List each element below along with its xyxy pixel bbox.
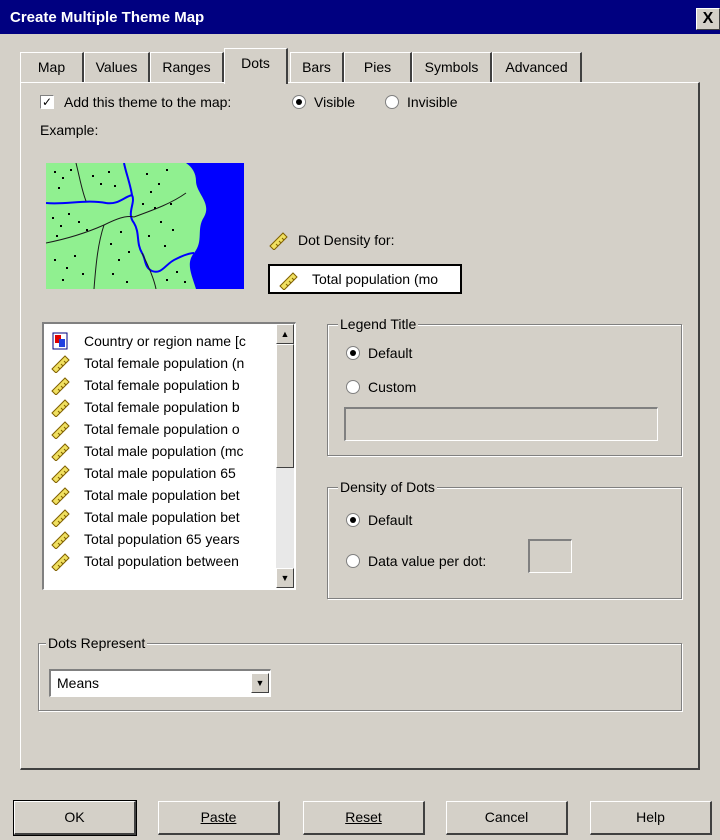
- dot-density-variable-value: Total population (mo: [312, 271, 439, 287]
- scroll-thumb[interactable]: [276, 344, 294, 468]
- variable-list[interactable]: Country or region name [c Total female p…: [42, 322, 296, 590]
- list-item-label: Total female population (n: [84, 355, 245, 371]
- add-theme-checkbox[interactable]: ✓: [40, 95, 54, 109]
- scale-ruler-icon: [51, 443, 70, 461]
- list-item[interactable]: Total female population b: [50, 374, 240, 396]
- paste-label: Paste: [200, 809, 237, 825]
- scroll-down-button[interactable]: ▼: [276, 568, 294, 588]
- tab-label: Bars: [302, 59, 331, 75]
- data-value-per-dot-input[interactable]: [528, 539, 572, 573]
- invisible-radio[interactable]: [385, 95, 399, 109]
- custom-legend-title-input[interactable]: [344, 407, 658, 441]
- data-value-per-dot-label: Data value per dot:: [368, 553, 487, 569]
- tab-label: Values: [95, 59, 138, 75]
- dot-density-variable-field[interactable]: Total population (mo: [268, 264, 462, 294]
- density-default-label: Default: [368, 512, 413, 528]
- tab-pies[interactable]: Pies: [344, 52, 412, 82]
- list-item-label: Total female population b: [84, 377, 240, 393]
- window-title: Create Multiple Theme Map: [10, 9, 205, 26]
- scale-ruler-icon: [51, 465, 70, 483]
- tab-advanced[interactable]: Advanced: [492, 52, 582, 82]
- legend-custom-label: Custom: [368, 379, 417, 395]
- tab-dots[interactable]: Dots: [224, 48, 288, 84]
- reset-label: Reset: [345, 809, 382, 825]
- legend-default-label: Default: [368, 345, 413, 361]
- tab-label: Ranges: [162, 59, 211, 75]
- cancel-label: Cancel: [484, 809, 529, 825]
- legend-title-group-label: Legend Title: [338, 316, 419, 332]
- tab-label: Map: [37, 59, 66, 75]
- tab-label: Symbols: [424, 59, 479, 75]
- scale-ruler-icon: [51, 553, 70, 571]
- close-button[interactable]: X: [696, 8, 720, 30]
- list-item[interactable]: Total population between: [50, 550, 239, 572]
- tab-bars[interactable]: Bars: [290, 52, 344, 82]
- list-item-label: Total population 65 years: [84, 531, 240, 547]
- paste-button[interactable]: Paste: [158, 801, 280, 835]
- tab-values[interactable]: Values: [84, 52, 150, 82]
- title-bar: Create Multiple Theme Map X: [0, 0, 720, 34]
- scale-ruler-icon: [279, 272, 298, 290]
- legend-default-radio[interactable]: [346, 346, 360, 360]
- list-item[interactable]: Total male population (mc: [50, 440, 244, 462]
- list-item[interactable]: Total female population o: [50, 418, 240, 440]
- list-item-label: Country or region name [c: [84, 333, 246, 349]
- close-icon: X: [702, 10, 714, 27]
- list-item-label: Total female population o: [84, 421, 240, 437]
- example-label: Example:: [40, 122, 99, 138]
- nominal-variable-icon: [52, 332, 68, 350]
- tab-symbols[interactable]: Symbols: [412, 52, 492, 82]
- list-item-label: Total male population bet: [84, 487, 240, 503]
- tab-ranges[interactable]: Ranges: [150, 52, 224, 82]
- tab-map[interactable]: Map: [20, 52, 84, 82]
- list-item-label: Total population between: [84, 553, 239, 569]
- scale-ruler-icon: [51, 509, 70, 527]
- list-item[interactable]: Total female population b: [50, 396, 240, 418]
- help-button[interactable]: Help: [590, 801, 712, 835]
- list-item[interactable]: Total male population bet: [50, 506, 240, 528]
- list-item[interactable]: Total female population (n: [50, 352, 244, 374]
- list-item-label: Total female population b: [84, 399, 240, 415]
- dots-represent-group-label: Dots Represent: [46, 635, 148, 651]
- invisible-label: Invisible: [407, 94, 458, 110]
- legend-custom-radio[interactable]: [346, 380, 360, 394]
- scale-ruler-icon: [51, 421, 70, 439]
- density-of-dots-group-label: Density of Dots: [338, 479, 437, 495]
- scale-ruler-icon: [51, 377, 70, 395]
- scale-ruler-icon: [51, 531, 70, 549]
- list-item[interactable]: Country or region name [c: [50, 330, 246, 352]
- ok-label: OK: [64, 809, 85, 825]
- chevron-down-icon[interactable]: ▼: [251, 673, 269, 693]
- help-label: Help: [636, 809, 665, 825]
- scale-ruler-icon: [51, 355, 70, 373]
- data-value-per-dot-radio[interactable]: [346, 554, 360, 568]
- list-item[interactable]: Total male population 65: [50, 462, 236, 484]
- visible-label: Visible: [314, 94, 355, 110]
- scroll-up-button[interactable]: ▲: [276, 324, 294, 344]
- reset-button[interactable]: Reset: [303, 801, 425, 835]
- example-map-image: [46, 163, 244, 289]
- list-item[interactable]: Total population 65 years: [50, 528, 240, 550]
- cancel-button[interactable]: Cancel: [446, 801, 568, 835]
- scale-ruler-icon: [269, 232, 288, 250]
- dots-represent-selected-value: Means: [57, 675, 100, 691]
- visible-radio[interactable]: [292, 95, 306, 109]
- list-item-label: Total male population 65: [84, 465, 236, 481]
- dots-represent-select[interactable]: Means ▼: [49, 669, 271, 697]
- tab-label: Dots: [241, 55, 270, 71]
- density-of-dots-group: [327, 487, 682, 599]
- dot-density-for-label: Dot Density for:: [298, 232, 395, 248]
- list-scrollbar[interactable]: ▲ ▼: [276, 324, 294, 588]
- list-item-label: Total male population bet: [84, 509, 240, 525]
- list-item-label: Total male population (mc: [84, 443, 244, 459]
- density-default-radio[interactable]: [346, 513, 360, 527]
- tab-label: Pies: [363, 59, 392, 75]
- ok-button[interactable]: OK: [13, 800, 137, 836]
- add-theme-label: Add this theme to the map:: [64, 94, 232, 110]
- list-item[interactable]: Total male population bet: [50, 484, 240, 506]
- tab-label: Advanced: [505, 59, 568, 75]
- scale-ruler-icon: [51, 487, 70, 505]
- scale-ruler-icon: [51, 399, 70, 417]
